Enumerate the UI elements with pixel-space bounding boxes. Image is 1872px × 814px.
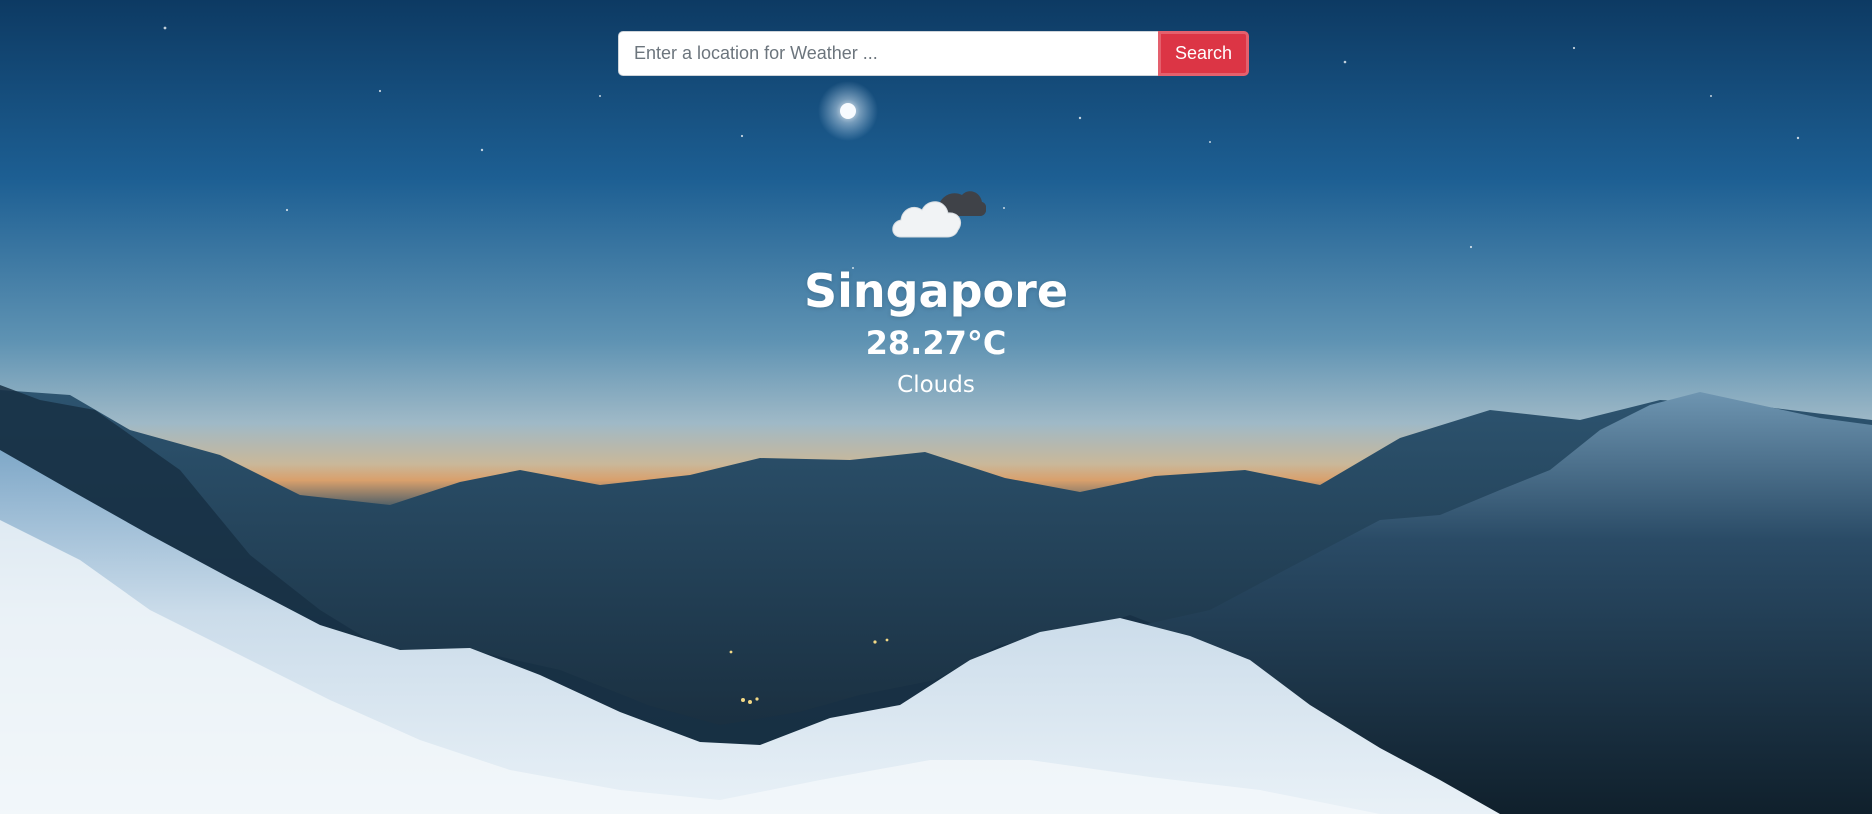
search-bar: Search [618,31,1249,76]
weather-summary: Singapore 28.27°C Clouds [0,180,1872,400]
weather-page: Search Singapore 28.27°C Clouds [0,0,1872,814]
temperature-value: 28.27°C [865,324,1007,362]
city-name: Singapore [803,264,1069,318]
mountain-landscape [0,385,1872,814]
weather-condition: Clouds [897,372,975,398]
cloud-icon [892,191,986,238]
search-button[interactable]: Search [1158,31,1249,76]
location-search-input[interactable] [618,31,1158,76]
